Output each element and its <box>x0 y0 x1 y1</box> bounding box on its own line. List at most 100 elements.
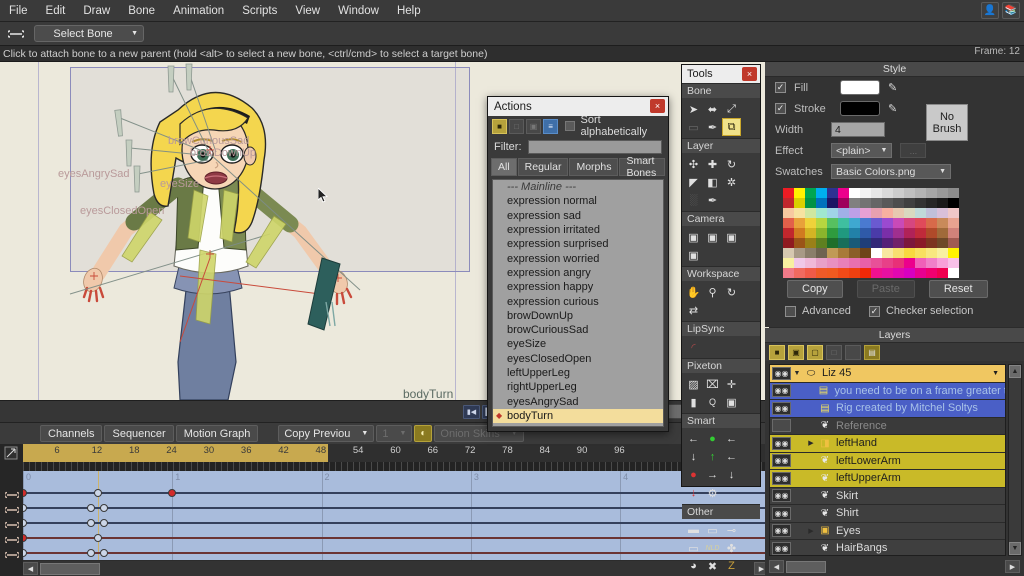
color-swatch-8-0[interactable] <box>783 268 794 278</box>
color-swatch-1-14[interactable] <box>937 198 948 208</box>
sort-alphabetically-checkbox[interactable] <box>565 121 575 131</box>
menu-item-file[interactable]: File <box>0 3 37 19</box>
layers-horizontal-scrollbar[interactable]: ◀ ▶ <box>769 559 1020 574</box>
color-swatch-7-13[interactable] <box>926 258 937 268</box>
color-swatch-1-9[interactable] <box>882 198 893 208</box>
color-swatch-7-7[interactable] <box>860 258 871 268</box>
color-swatch-8-13[interactable] <box>926 268 937 278</box>
action-item[interactable]: bodyTurn <box>493 408 663 424</box>
color-swatch-8-10[interactable] <box>893 268 904 278</box>
color-swatch-6-14[interactable] <box>937 248 948 258</box>
color-swatch-1-15[interactable] <box>948 198 959 208</box>
track-camera-icon[interactable]: ▣ <box>684 228 703 246</box>
color-swatch-0-15[interactable] <box>948 188 959 198</box>
color-swatch-7-14[interactable] <box>937 258 948 268</box>
stroke-checkbox[interactable]: ✓ <box>775 103 786 114</box>
timeline-scroll-thumb[interactable] <box>40 562 100 575</box>
color-swatch-3-7[interactable] <box>860 218 871 228</box>
color-swatch-2-6[interactable] <box>849 208 860 218</box>
tab-channels[interactable]: Channels <box>40 425 103 442</box>
duplicate-layer-icon[interactable]: ▣ <box>788 344 804 360</box>
fill-color-swatch[interactable] <box>840 80 880 95</box>
tab-morphs[interactable]: Morphs <box>569 158 619 176</box>
px-4-icon[interactable]: ▮ <box>684 393 703 411</box>
transform-layer-icon[interactable]: ✣ <box>684 155 703 173</box>
smart-4-icon[interactable]: ↓ <box>684 448 703 466</box>
color-swatch-3-0[interactable] <box>783 218 794 228</box>
color-swatch-7-2[interactable] <box>805 258 816 268</box>
color-swatch-7-11[interactable] <box>904 258 915 268</box>
color-swatch-8-9[interactable] <box>882 268 893 278</box>
tab-all[interactable]: All <box>491 158 517 176</box>
tab-motion-graph[interactable]: Motion Graph <box>175 425 259 442</box>
book-icon[interactable]: 📚 <box>1002 2 1020 19</box>
menu-item-scripts[interactable]: Scripts <box>233 3 286 19</box>
color-swatch-5-15[interactable] <box>948 238 959 248</box>
layer-visibility-icon[interactable]: ◉◉ <box>772 366 791 380</box>
layer-visibility-icon[interactable] <box>772 419 791 433</box>
layer-row[interactable]: ◉◉ ❦ leftUpperArm <box>770 470 1005 488</box>
delete-action-icon[interactable]: □ <box>509 118 525 134</box>
action-item[interactable]: eyeSize <box>493 337 663 351</box>
color-swatch-8-12[interactable] <box>915 268 926 278</box>
keyframe-marker[interactable] <box>93 534 102 542</box>
color-swatch-8-4[interactable] <box>827 268 838 278</box>
color-swatch-6-7[interactable] <box>860 248 871 258</box>
layer-expand-icon[interactable]: ▶ <box>805 439 817 447</box>
layer-dim-icon[interactable]: ░ <box>684 191 703 209</box>
color-swatch-0-14[interactable] <box>937 188 948 198</box>
color-swatch-1-10[interactable] <box>893 198 904 208</box>
color-swatch-6-2[interactable] <box>805 248 816 258</box>
action-item[interactable]: browDownUp <box>493 309 663 323</box>
keyframe-marker[interactable] <box>87 504 96 512</box>
color-swatch-0-0[interactable] <box>783 188 794 198</box>
stroke-color-swatch[interactable] <box>840 101 880 116</box>
color-swatch-4-14[interactable] <box>937 228 948 238</box>
layers-panel[interactable]: Layers ■ ▣ ▢ □ ▤ ◉◉ ▼ ⬭ Liz 45 ▼ ◉◉ ▤ you need … <box>765 328 1024 576</box>
color-swatch-5-8[interactable] <box>871 238 882 248</box>
color-swatch-1-6[interactable] <box>849 198 860 208</box>
layer-visibility-icon[interactable]: ◉◉ <box>772 541 791 555</box>
advanced-checkbox[interactable] <box>785 305 796 317</box>
color-swatch-5-13[interactable] <box>926 238 937 248</box>
color-swatch-2-8[interactable] <box>871 208 882 218</box>
color-swatch-5-11[interactable] <box>904 238 915 248</box>
eyedropper-icon[interactable]: ✎ <box>888 102 897 115</box>
zoom-camera-icon[interactable]: ▣ <box>703 228 722 246</box>
smart-3-icon[interactable]: ← <box>722 430 741 448</box>
scroll-down-icon[interactable]: ▼ <box>1009 542 1021 555</box>
color-swatch-5-9[interactable] <box>882 238 893 248</box>
layer-row[interactable]: ◉◉ ▼ ⬭ Liz 45 ▼ <box>770 365 1005 383</box>
color-swatch-4-9[interactable] <box>882 228 893 238</box>
skip-to-start-button[interactable]: ▮◀ <box>463 404 481 419</box>
color-swatch-6-8[interactable] <box>871 248 882 258</box>
layer-row[interactable]: ◉◉ ❦ leftLowerArm <box>770 452 1005 470</box>
reset-button[interactable]: Reset <box>928 280 988 298</box>
color-swatch-5-7[interactable] <box>860 238 871 248</box>
filter-input[interactable] <box>527 140 662 154</box>
color-swatch-grid[interactable] <box>783 188 959 278</box>
actions-window[interactable]: Actions × ■ □ ▣ ≡ Sort alphabetically Fi… <box>487 96 669 432</box>
layer-row[interactable]: ◉◉ ▤ Rig created by Mitchel Soltys <box>770 400 1005 418</box>
color-swatch-0-7[interactable] <box>860 188 871 198</box>
keyframe-marker[interactable] <box>23 519 27 527</box>
color-swatch-0-9[interactable] <box>882 188 893 198</box>
action-item[interactable]: leftUpperLeg <box>493 366 663 380</box>
color-swatch-2-1[interactable] <box>794 208 805 218</box>
layer-row[interactable]: ◉◉ ❦ HairBangs <box>770 540 1005 555</box>
color-swatch-4-12[interactable] <box>915 228 926 238</box>
set-origin-icon[interactable]: ✲ <box>722 173 741 191</box>
group-dim-icon[interactable]: □ <box>826 344 842 360</box>
o2-icon[interactable]: ▭ <box>703 521 722 539</box>
layer-visibility-icon[interactable]: ◉◉ <box>772 524 791 538</box>
timeline-panel[interactable]: 6 12 18 24 30 36 42 48 54 60 66 72 78 84 90 96 01234 ◀ … <box>0 444 769 576</box>
timeline-track[interactable] <box>23 530 769 545</box>
px-2-icon[interactable]: ⌧ <box>703 375 722 393</box>
smart-1-icon[interactable]: ← <box>684 430 703 448</box>
color-swatch-5-6[interactable] <box>849 238 860 248</box>
menu-item-edit[interactable]: Edit <box>37 3 75 19</box>
style-panel[interactable]: Style ✓ Fill ✎ ✓ Stroke ✎ No Brush Width… <box>765 62 1024 327</box>
px-5-icon[interactable]: Q <box>703 393 722 411</box>
color-swatch-8-15[interactable] <box>948 268 959 278</box>
color-swatch-3-10[interactable] <box>893 218 904 228</box>
